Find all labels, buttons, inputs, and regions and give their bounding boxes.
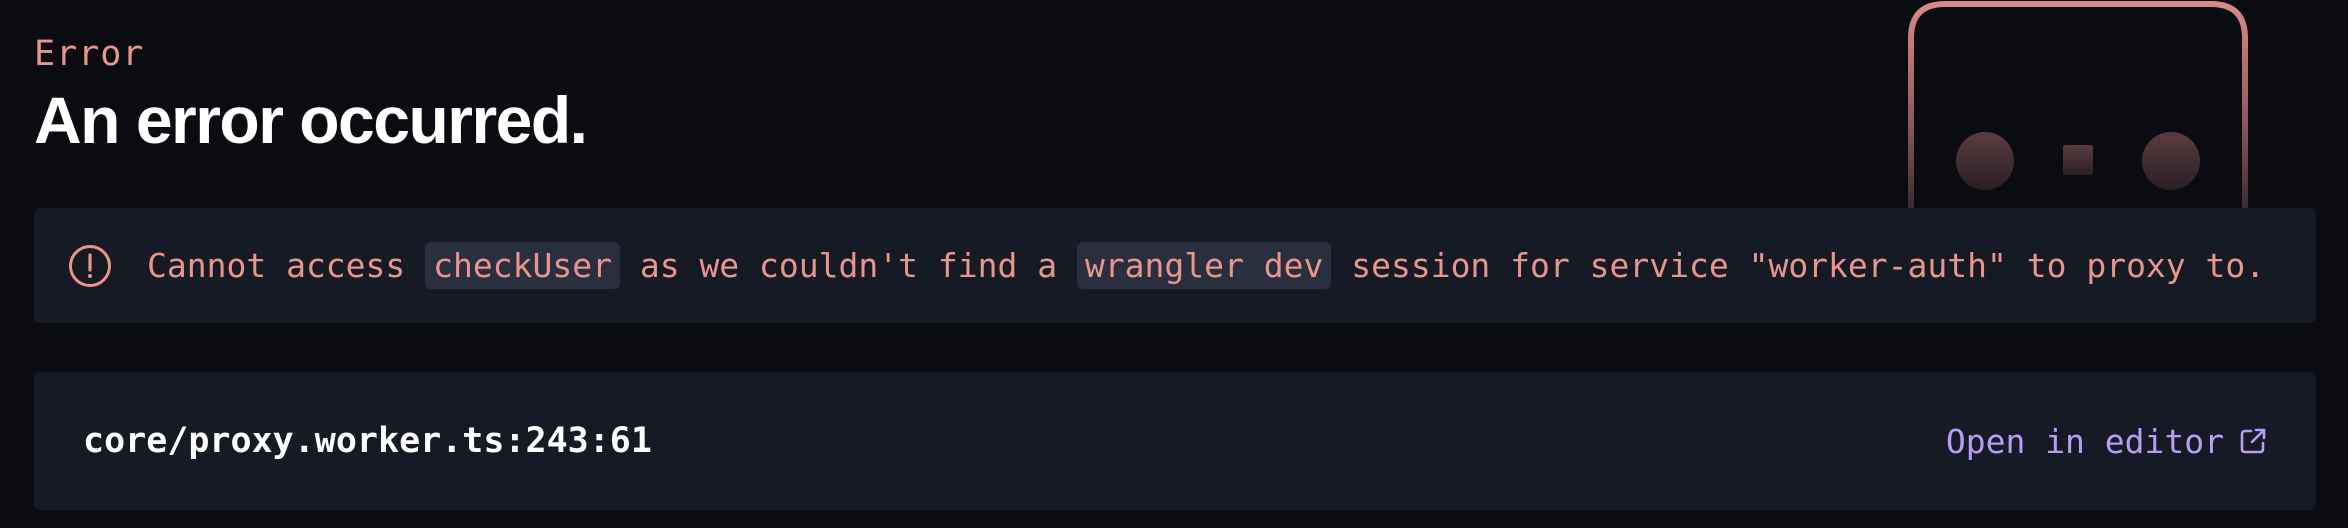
external-link-icon <box>2240 428 2266 454</box>
error-message: Cannot access checkUser as we couldn't f… <box>147 241 2266 289</box>
error-message-panel: Cannot access checkUser as we couldn't f… <box>34 208 2316 323</box>
error-message-text: Cannot access <box>147 245 426 285</box>
source-location: core/proxy.worker.ts:243:61 <box>83 421 652 461</box>
open-in-editor-link[interactable]: Open in editor <box>1946 422 2268 461</box>
error-message-text: as we couldn't find a <box>619 245 1077 285</box>
source-location-bar: core/proxy.worker.ts:243:61 Open in edit… <box>34 372 2316 510</box>
code-snippet: wrangler dev <box>1076 241 1332 289</box>
alert-circle-icon <box>69 244 111 287</box>
error-label: Error <box>34 34 145 74</box>
robot-face-icon <box>1908 1 2248 210</box>
open-in-editor-label: Open in editor <box>1945 421 2224 461</box>
error-message-text: session for service "worker-auth" to pro… <box>1331 245 2266 285</box>
code-snippet: checkUser <box>425 241 620 289</box>
page-title: An error occurred. <box>34 83 588 157</box>
